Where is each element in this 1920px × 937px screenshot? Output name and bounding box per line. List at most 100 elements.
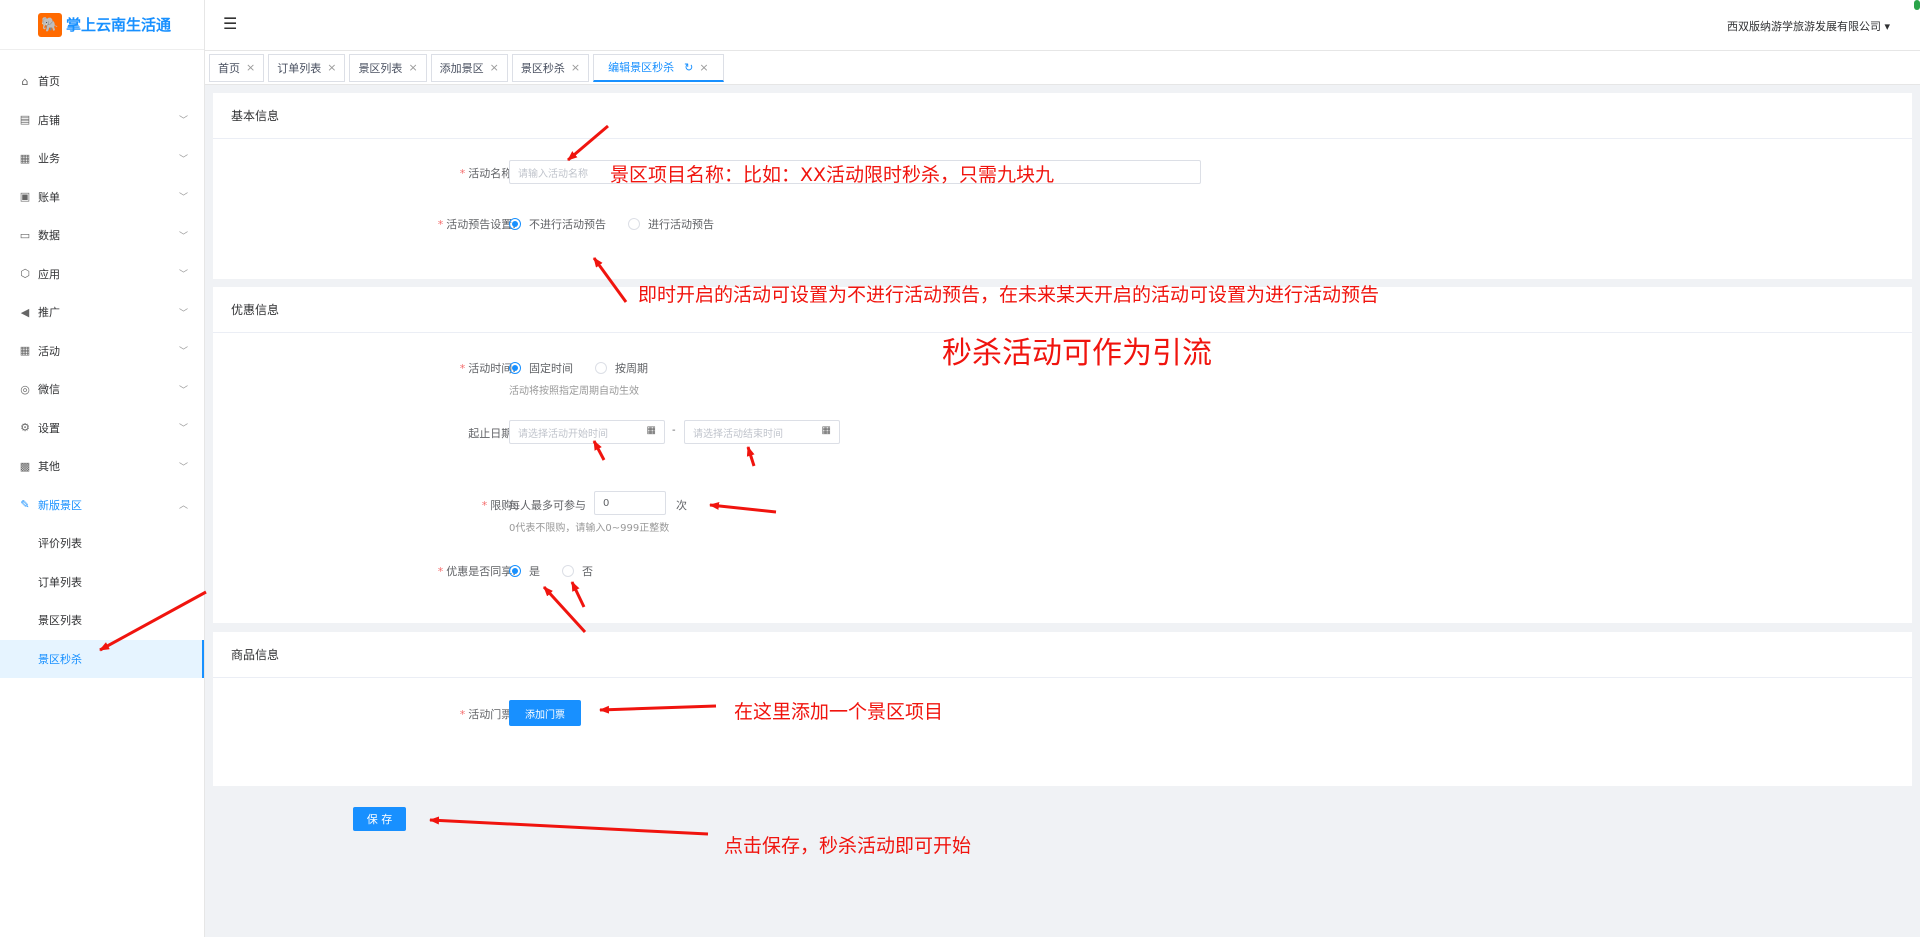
annotation-flash: 秒杀活动可作为引流 [942, 336, 1212, 371]
sidebar-item-1[interactable]: ▤ 店铺 ﹀ [0, 101, 204, 140]
promotion-icon: ◀ [20, 305, 30, 319]
add-ticket-button[interactable]: 添加门票 [509, 700, 581, 726]
section-title-basic: 基本信息 [213, 93, 1912, 139]
limit-input[interactable]: 0 [594, 491, 666, 515]
sidebar-item-label: 设置 [38, 421, 60, 435]
chevron-down-icon: ﹀ [178, 308, 188, 319]
annotation-preview: 即时开启的活动可设置为不进行活动预告，在未来某天开启的活动可设置为进行活动预告 [638, 284, 1380, 306]
close-icon[interactable]: × [408, 61, 417, 74]
sidebar-item-9[interactable]: ⚙ 设置 ﹀ [0, 409, 204, 448]
radio-fixed-time[interactable]: 固定时间 [509, 360, 573, 376]
annotation-name: 景区项目名称：比如：XX活动限时秒杀，只需九块九 [610, 164, 1055, 186]
tab-label: 首页 [218, 61, 240, 75]
sidebar-menu: ⌂ 首页 ▤ 店铺 ﹀ ▦ 业务 ﹀ ▣ 账单 ﹀ ▭ 数据 ﹀ ⬡ 应用 ﹀ ◀ 推广 ﹀ ▦ 活动 ﹀ ◎ 微信 ﹀ ⚙ 设置 ﹀ ▩… [0, 50, 204, 678]
radio-share-no[interactable]: 否 [562, 563, 593, 579]
tab-label: 景区列表 [358, 61, 403, 75]
date-separator: - [672, 425, 676, 436]
sidebar-item-5[interactable]: ⬡ 应用 ﹀ [0, 255, 204, 294]
chevron-down-icon: ﹀ [178, 193, 188, 204]
annotation-save: 点击保存，秒杀活动即可开始 [724, 835, 972, 857]
sidebar-subitem-0[interactable]: 评价列表 [0, 524, 204, 563]
sidebar-item-label: 活动 [38, 344, 60, 358]
tab-0[interactable]: 首页 × [209, 53, 265, 82]
tab-label: 订单列表 [277, 61, 322, 75]
close-icon[interactable]: × [571, 61, 580, 74]
limit-hint: 0代表不限购，请输入0~999正整数 [509, 523, 670, 534]
radio-no-preview[interactable]: 不进行活动预告 [509, 216, 606, 232]
sidebar-subitem-3[interactable]: 景区秒杀 [0, 639, 204, 678]
tab-label: 编辑景区秒杀 [608, 61, 675, 74]
close-icon[interactable]: × [699, 61, 708, 74]
sidebar-item-label: 业务 [38, 152, 60, 166]
sidebar-subitem-2[interactable]: 景区列表 [0, 601, 204, 640]
radio-preview[interactable]: 进行活动预告 [628, 216, 714, 232]
limit-suffix: 次 [676, 499, 687, 512]
start-date-input[interactable]: 请选择活动开始时间 ▦ [509, 420, 665, 444]
scrollbar-handle[interactable] [1914, 0, 1920, 10]
annotation-ticket: 在这里添加一个景区项目 [734, 701, 944, 723]
activity-icon: ▦ [19, 344, 31, 358]
refresh-icon[interactable]: ↻ [684, 61, 693, 74]
tab-4[interactable]: 景区秒杀 × [511, 53, 590, 82]
company-dropdown[interactable]: 西双版纳游学旅游发展有限公司 ▾ [1727, 18, 1890, 34]
required-mark: * [459, 167, 466, 180]
sidebar-item-11[interactable]: ✎ 新版景区 ︿ [0, 486, 204, 525]
activity-name-label: * 活动名称: [459, 167, 516, 180]
sidebar-item-8[interactable]: ◎ 微信 ﹀ [0, 370, 204, 409]
page-tabs: 首页 × 订单列表 × 景区列表 × 添加景区 × 景区秒杀 × 编辑景区秒杀 ↻ × [205, 51, 1920, 85]
app-icon: ⬡ [20, 267, 30, 281]
menu-fold-icon[interactable]: ☰ [223, 14, 237, 33]
logo-icon: 🐘 [38, 12, 62, 37]
chevron-down-icon: ﹀ [178, 231, 188, 242]
tab-3[interactable]: 添加景区 × [430, 53, 508, 82]
radio-share-yes[interactable]: 是 [509, 563, 540, 579]
sidebar-item-3[interactable]: ▣ 账单 ﹀ [0, 178, 204, 217]
sidebar-item-4[interactable]: ▭ 数据 ﹀ [0, 216, 204, 255]
close-icon[interactable]: × [327, 61, 336, 74]
app-title: 掌上云南生活通 [66, 16, 172, 34]
business-icon: ▦ [19, 151, 31, 165]
sidebar-subitem-1[interactable]: 订单列表 [0, 563, 204, 602]
arrow-to-save [429, 816, 709, 836]
limit-label: * 限购: [481, 499, 516, 512]
tab-5[interactable]: 编辑景区秒杀 ↻ × [593, 53, 724, 82]
required-mark: * [481, 499, 488, 512]
tab-2[interactable]: 景区列表 × [349, 53, 427, 82]
tab-label: 景区秒杀 [520, 61, 565, 75]
data-icon: ▭ [19, 228, 31, 242]
radio-by-period[interactable]: 按周期 [595, 360, 648, 376]
sidebar: 🐘 掌上云南生活通 ⌂ 首页 ▤ 店铺 ﹀ ▦ 业务 ﹀ ▣ 账单 ﹀ ▭ 数据 ﹀ ⬡ 应用 ﹀ ◀ 推广 ﹀ ▦ 活动… [0, 0, 205, 937]
sidebar-item-2[interactable]: ▦ 业务 ﹀ [0, 139, 204, 178]
required-mark: * [459, 708, 466, 721]
chevron-down-icon: ﹀ [178, 154, 188, 165]
grid-icon: ▩ [19, 459, 31, 473]
sidebar-item-7[interactable]: ▦ 活动 ﹀ [0, 332, 204, 371]
sidebar-item-label: 推广 [38, 306, 60, 320]
basic-info-card: 基本信息 * 活动名称: 请输入活动名称 * 活动预告设置: 不进行活动预告 进行活… [213, 93, 1912, 279]
close-icon[interactable]: × [246, 61, 255, 74]
chevron-down-icon: ﹀ [178, 424, 188, 435]
sidebar-item-6[interactable]: ◀ 推广 ﹀ [0, 293, 204, 332]
section-title-goods: 商品信息 [213, 632, 1912, 678]
sidebar-item-label: 新版景区 [38, 498, 82, 512]
chevron-down-icon: ﹀ [178, 347, 188, 358]
required-mark: * [437, 565, 444, 578]
settings-icon: ⚙ [20, 421, 30, 435]
sidebar-item-10[interactable]: ▩ 其他 ﹀ [0, 447, 204, 486]
app-logo[interactable]: 🐘 掌上云南生活通 [0, 0, 204, 50]
sidebar-item-label: 微信 [38, 383, 60, 397]
tab-1[interactable]: 订单列表 × [268, 53, 346, 82]
end-date-input[interactable]: 请选择活动结束时间 ▦ [684, 420, 840, 444]
activity-time-label: * 活动时间: [459, 362, 516, 375]
save-button[interactable]: 保 存 [353, 807, 406, 831]
chevron-down-icon: ﹀ [178, 270, 188, 281]
goods-info-card: 商品信息 * 活动门票: 添加门票 [213, 632, 1912, 786]
date-range-label: 起止日期: [468, 427, 516, 440]
share-discount-label: * 优惠是否同享: [437, 565, 516, 578]
close-icon[interactable]: × [490, 61, 499, 74]
calendar-icon: ▦ [821, 425, 831, 436]
company-name: 西双版纳游学旅游发展有限公司 [1726, 20, 1881, 33]
ticket-label: * 活动门票: [459, 708, 516, 721]
calendar-icon: ▦ [646, 425, 656, 436]
sidebar-item-0[interactable]: ⌂ 首页 [0, 62, 204, 101]
